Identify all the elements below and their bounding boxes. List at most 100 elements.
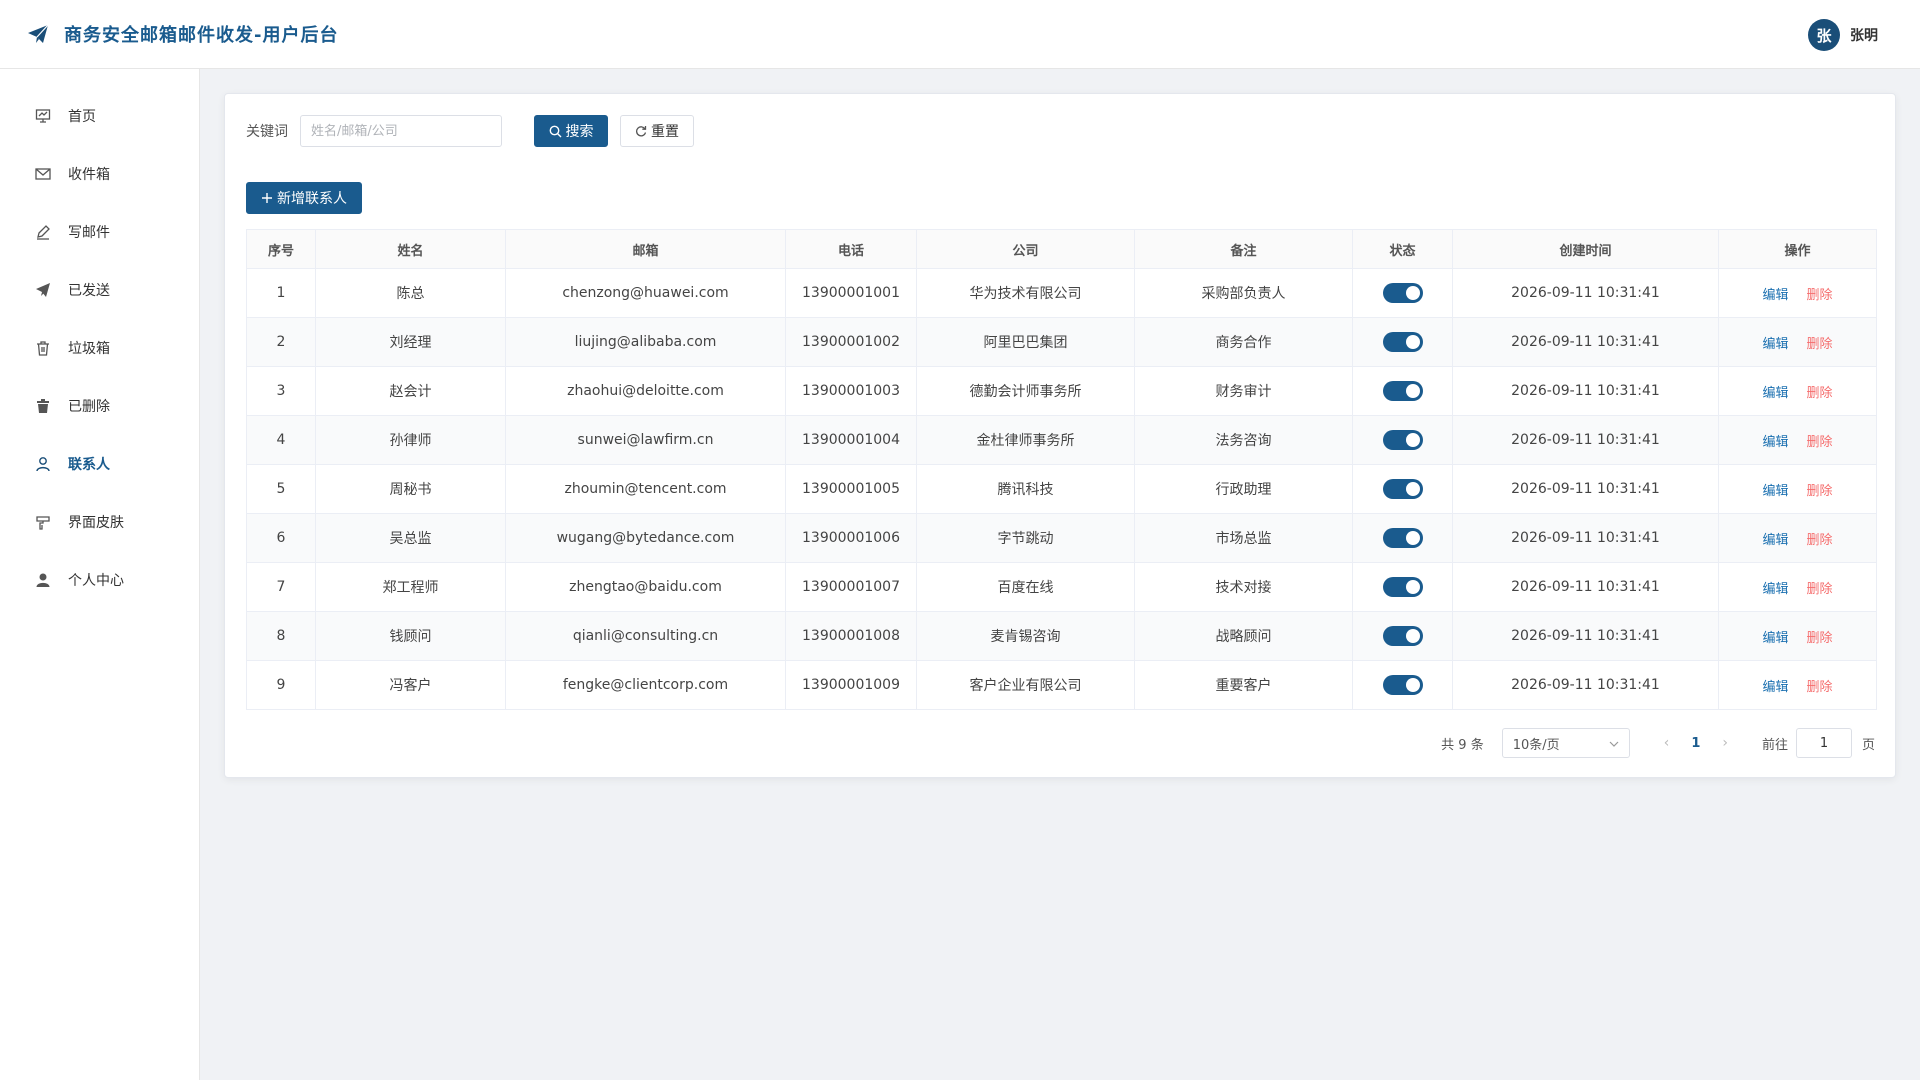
contact-email: qianli@consulting.cn xyxy=(505,611,786,661)
avatar[interactable]: 张 xyxy=(1808,19,1840,51)
column-header: 备注 xyxy=(1134,229,1353,269)
contact-phone: 13900001009 xyxy=(785,660,917,710)
edit-link[interactable]: 编辑 xyxy=(1762,484,1788,499)
search-button[interactable]: 搜索 xyxy=(534,115,608,147)
trash-filled-icon xyxy=(34,397,52,415)
contact-note: 法务咨询 xyxy=(1134,415,1353,465)
toggle-knob xyxy=(1405,580,1420,594)
contact-name: 郑工程师 xyxy=(315,562,506,612)
page-size-select[interactable]: 10条/页 xyxy=(1501,728,1630,758)
edit-link[interactable]: 编辑 xyxy=(1762,288,1788,303)
edit-link[interactable]: 编辑 xyxy=(1762,680,1788,695)
sidebar-item-contacts[interactable]: 联系人 xyxy=(0,435,199,493)
search-button-label: 搜索 xyxy=(565,124,594,140)
delete-link[interactable]: 删除 xyxy=(1807,337,1833,352)
search-input[interactable] xyxy=(300,115,502,147)
edit-link[interactable]: 编辑 xyxy=(1762,582,1788,597)
contacts-card: 关键词 搜索 重置 新增联系人 序号姓名邮箱电话公司备注状态 xyxy=(224,93,1896,778)
sidebar-item-label: 联系人 xyxy=(68,457,110,473)
contact-note: 商务合作 xyxy=(1134,317,1353,367)
delete-link[interactable]: 删除 xyxy=(1807,631,1833,646)
status-cell xyxy=(1352,611,1453,661)
contact-name: 周秘书 xyxy=(315,464,506,514)
edit-link[interactable]: 编辑 xyxy=(1762,337,1788,352)
toggle-knob xyxy=(1405,678,1420,692)
contact-name: 刘经理 xyxy=(315,317,506,367)
sidebar-item-sent[interactable]: 已发送 xyxy=(0,261,199,319)
column-header: 操作 xyxy=(1718,229,1877,269)
sidebar-item-label: 已删除 xyxy=(68,399,110,415)
sidebar-item-label: 界面皮肤 xyxy=(68,515,124,531)
sidebar-item-spam[interactable]: 垃圾箱 xyxy=(0,319,199,377)
sidebar-item-profile[interactable]: 个人中心 xyxy=(0,551,199,609)
sidebar-item-label: 垃圾箱 xyxy=(68,341,110,357)
contact-note: 采购部负责人 xyxy=(1134,268,1353,318)
contact-company: 德勤会计师事务所 xyxy=(916,366,1135,416)
status-cell xyxy=(1352,268,1453,318)
add-contact-button[interactable]: 新增联系人 xyxy=(246,182,362,214)
delete-link[interactable]: 删除 xyxy=(1807,288,1833,303)
username[interactable]: 张明 xyxy=(1850,25,1878,45)
status-toggle[interactable] xyxy=(1382,675,1423,695)
chevron-down-icon xyxy=(1609,736,1619,751)
column-header: 序号 xyxy=(246,229,316,269)
edit-link[interactable]: 编辑 xyxy=(1762,435,1788,450)
contact-note: 市场总监 xyxy=(1134,513,1353,563)
table-row: 8 钱顾问 qianli@consulting.cn 13900001008 麦肯锡咨询… xyxy=(246,611,1877,661)
delete-link[interactable]: 删除 xyxy=(1807,435,1833,450)
sidebar-item-compose[interactable]: 写邮件 xyxy=(0,203,199,261)
sidebar-item-home[interactable]: 首页 xyxy=(0,87,199,145)
prev-page-icon[interactable]: ‹ xyxy=(1664,735,1670,751)
contact-email: zhengtao@baidu.com xyxy=(505,562,786,612)
reset-button[interactable]: 重置 xyxy=(620,115,694,147)
edit-link[interactable]: 编辑 xyxy=(1762,631,1788,646)
status-toggle[interactable] xyxy=(1382,479,1423,499)
created-time: 2026-09-11 10:31:41 xyxy=(1452,513,1719,563)
created-time: 2026-09-11 10:31:41 xyxy=(1452,562,1719,612)
sidebar-item-inbox[interactable]: 收件箱 xyxy=(0,145,199,203)
user-menu[interactable]: 张 张明 xyxy=(1808,19,1878,51)
delete-link[interactable]: 删除 xyxy=(1807,582,1833,597)
delete-link[interactable]: 删除 xyxy=(1807,484,1833,499)
contact-name: 冯客户 xyxy=(315,660,506,710)
sidebar-item-label: 收件箱 xyxy=(68,167,110,183)
created-time: 2026-09-11 10:31:41 xyxy=(1452,366,1719,416)
delete-link[interactable]: 删除 xyxy=(1807,533,1833,548)
status-toggle[interactable] xyxy=(1382,577,1423,597)
row-index: 6 xyxy=(246,513,316,563)
contact-email: zhoumin@tencent.com xyxy=(505,464,786,514)
contact-phone: 13900001008 xyxy=(785,611,917,661)
sidebar-item-deleted[interactable]: 已删除 xyxy=(0,377,199,435)
next-page-icon[interactable]: › xyxy=(1722,735,1728,751)
pagination: 共 9 条 10条/页 ‹ 1 › 前往 页 xyxy=(1441,728,1875,758)
status-toggle[interactable] xyxy=(1382,283,1423,303)
table-row: 4 孙律师 sunwei@lawfirm.cn 13900001004 金杜律师事务所法… xyxy=(246,415,1877,465)
contact-name: 孙律师 xyxy=(315,415,506,465)
contact-note: 重要客户 xyxy=(1134,660,1353,710)
contact-company: 金杜律师事务所 xyxy=(916,415,1135,465)
status-toggle[interactable] xyxy=(1382,528,1423,548)
edit-link[interactable]: 编辑 xyxy=(1762,533,1788,548)
delete-link[interactable]: 删除 xyxy=(1807,386,1833,401)
status-cell xyxy=(1352,562,1453,612)
contact-company: 阿里巴巴集团 xyxy=(916,317,1135,367)
contact-note: 战略顾问 xyxy=(1134,611,1353,661)
contact-name: 陈总 xyxy=(315,268,506,318)
delete-link[interactable]: 删除 xyxy=(1807,680,1833,695)
contacts-table: 序号 姓名 邮箱 电话 公司 备注 状态 创建时间 操作 1 陈总 chenzong@huawei.… xyxy=(246,229,1877,710)
row-index: 5 xyxy=(246,464,316,514)
edit-link[interactable]: 编辑 xyxy=(1762,386,1788,401)
status-toggle[interactable] xyxy=(1382,332,1423,352)
status-toggle[interactable] xyxy=(1382,381,1423,401)
row-index: 4 xyxy=(246,415,316,465)
created-time: 2026-09-11 10:31:41 xyxy=(1452,660,1719,710)
actions-cell: 编辑 删除 xyxy=(1718,317,1877,367)
top-header: 商务安全邮箱邮件收发-用户后台 张 张明 xyxy=(0,0,1920,69)
page-jump-input[interactable] xyxy=(1795,728,1852,758)
status-toggle[interactable] xyxy=(1382,430,1423,450)
page-number-current[interactable]: 1 xyxy=(1691,736,1700,751)
actions-cell: 编辑 删除 xyxy=(1718,464,1877,514)
sidebar-item-skin[interactable]: 界面皮肤 xyxy=(0,493,199,551)
status-toggle[interactable] xyxy=(1382,626,1423,646)
contact-name: 赵会计 xyxy=(315,366,506,416)
